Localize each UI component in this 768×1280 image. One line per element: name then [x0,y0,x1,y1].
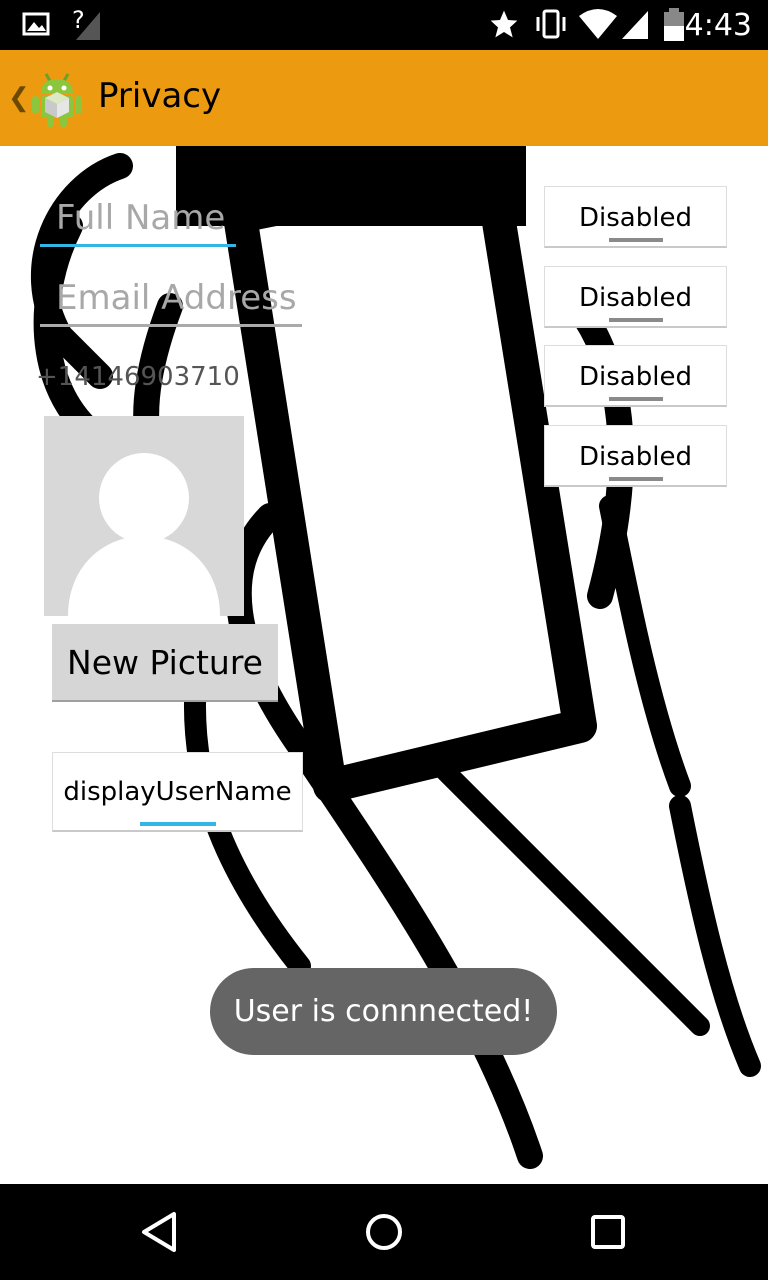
privacy-toggle-2[interactable]: Disabled [544,266,727,328]
toggle-indicator [609,477,663,481]
toggle-indicator [140,822,216,826]
home-icon[interactable] [360,1208,408,1256]
content-area: Full Name Email Address +14146903710 New… [0,146,768,1184]
navigation-bar [0,1184,768,1280]
toggle-label: Disabled [579,442,692,472]
image-icon [22,12,50,36]
full-name-field[interactable]: Full Name [56,198,225,238]
back-icon[interactable] [136,1208,184,1256]
android-app-icon[interactable] [30,70,84,128]
clock: 4:43 [684,8,752,43]
vibrate-icon [536,9,566,39]
toggle-indicator [609,318,663,322]
email-underline [40,324,302,327]
profile-picture [44,416,244,616]
battery-icon [664,8,684,41]
new-picture-button[interactable]: New Picture [52,624,278,702]
privacy-toggle-3[interactable]: Disabled [544,345,727,407]
phone-number: +14146903710 [36,362,240,392]
star-icon [490,10,518,38]
email-field[interactable]: Email Address [56,278,297,318]
privacy-toggle-4[interactable]: Disabled [544,425,727,487]
person-placeholder-icon [68,453,220,616]
cell-signal-icon [622,11,648,39]
page-title: Privacy [98,76,222,116]
wifi-icon [579,9,617,39]
toggle-label: Disabled [579,203,692,233]
toggle-label: Disabled [579,362,692,392]
display-user-name-label: displayUserName [63,777,292,807]
signal-unknown-icon: ? [70,6,100,40]
toggle-indicator [609,238,663,242]
full-name-underline [40,244,236,247]
recents-icon[interactable] [584,1208,632,1256]
toast-message: User is connnected! [210,968,557,1055]
toggle-label: Disabled [579,283,692,313]
toggle-indicator [609,397,663,401]
action-bar: ❮ Privacy [0,50,768,146]
display-user-name-button[interactable]: displayUserName [52,752,303,832]
up-caret-icon[interactable]: ❮ [8,82,30,113]
status-bar: ? 4:43 [0,0,768,50]
privacy-toggle-1[interactable]: Disabled [544,186,727,248]
